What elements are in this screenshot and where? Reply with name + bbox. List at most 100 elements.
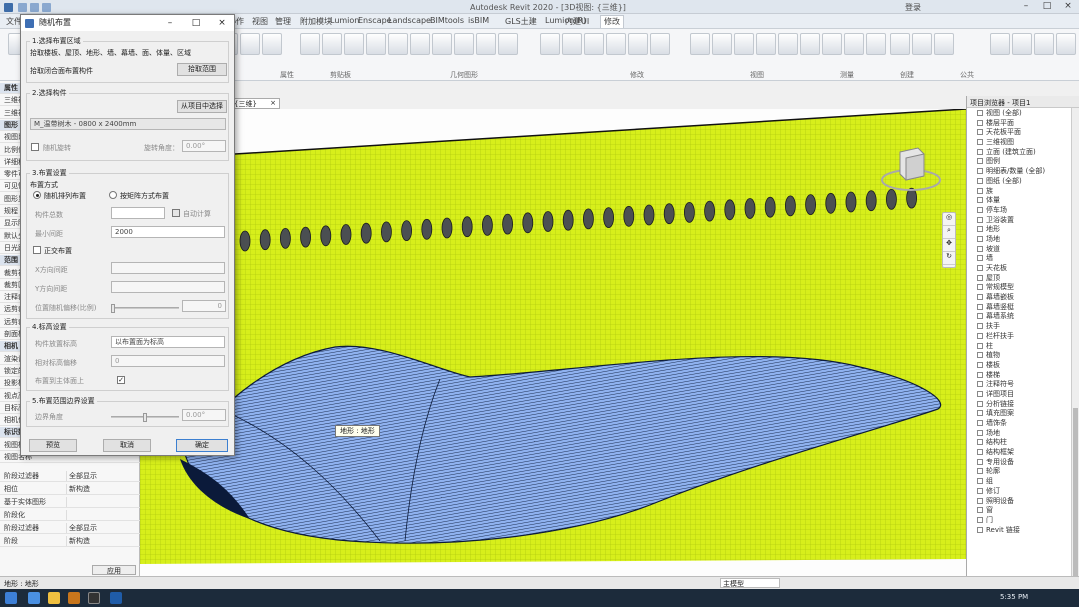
tree-instance[interactable]	[704, 200, 715, 222]
property-detail-row[interactable]: 阶段过滤器 全部显示	[0, 471, 140, 482]
expand-icon[interactable]	[977, 303, 983, 310]
expand-icon[interactable]	[977, 313, 983, 320]
browser-item[interactable]: 幕墙竖梃	[977, 303, 1079, 313]
sign-in-link[interactable]: 登录	[905, 2, 921, 13]
ribbon-tool-button[interactable]	[1056, 33, 1076, 55]
undo-icon[interactable]	[42, 3, 51, 12]
browser-item[interactable]: 体量	[977, 196, 1079, 206]
minimize-button[interactable]: –	[1016, 1, 1036, 13]
save-icon[interactable]	[30, 3, 39, 12]
browser-item[interactable]: 停车场	[977, 206, 1079, 216]
browser-item[interactable]: 幕墙嵌板	[977, 293, 1079, 303]
browser-item[interactable]: 卫浴装置	[977, 216, 1079, 226]
ribbon-tab[interactable]: GLS土建	[505, 16, 537, 27]
expand-icon[interactable]	[977, 255, 983, 262]
tree-instance[interactable]	[441, 217, 453, 239]
expand-icon[interactable]	[977, 516, 983, 523]
ribbon-tab[interactable]: Landscape	[388, 16, 431, 25]
property-value[interactable]: 全部显示	[66, 523, 138, 533]
ribbon-tool-button[interactable]	[912, 33, 932, 55]
ribbon-tab[interactable]: 管理	[275, 16, 291, 27]
tree-instance[interactable]	[401, 220, 413, 241]
tree-instance[interactable]	[502, 213, 514, 235]
property-detail-row[interactable]: 阶段 新构造	[0, 536, 140, 547]
ribbon-tool-button[interactable]	[734, 33, 754, 55]
ribbon-tool-button[interactable]	[756, 33, 776, 55]
ribbon-tool-button[interactable]	[628, 33, 648, 55]
browser-item[interactable]: 填充图案	[977, 409, 1079, 419]
browser-item[interactable]: 照明设备	[977, 497, 1079, 507]
browser-item[interactable]: 三维视图	[977, 138, 1079, 148]
browser-item[interactable]: 注释符号	[977, 380, 1079, 390]
expand-icon[interactable]	[977, 294, 983, 301]
tree-instance[interactable]	[805, 194, 816, 215]
browser-item[interactable]: 坡道	[977, 245, 1079, 255]
random-offset-slider[interactable]	[111, 304, 179, 313]
tree-instance[interactable]	[461, 216, 473, 238]
tree-instance[interactable]	[845, 191, 857, 213]
tree-instance[interactable]	[562, 209, 574, 231]
tree-instance[interactable]	[865, 190, 877, 212]
ribbon-tab[interactable]: 附加模块	[300, 16, 332, 27]
browser-item[interactable]: 窗	[977, 506, 1079, 516]
expand-icon[interactable]	[977, 235, 983, 242]
expand-icon[interactable]	[977, 439, 983, 446]
zoom-icon[interactable]: ⌕	[943, 226, 955, 239]
browser-item[interactable]: 柱	[977, 342, 1079, 352]
expand-icon[interactable]	[977, 352, 983, 359]
expand-icon[interactable]	[977, 390, 983, 397]
ribbon-tool-button[interactable]	[300, 33, 320, 55]
ribbon-tool-button[interactable]	[388, 33, 408, 55]
ribbon-tool-button[interactable]	[498, 33, 518, 55]
expand-icon[interactable]	[977, 206, 983, 213]
family-type-field[interactable]: M_温带树木 - 0800 x 2400mm	[30, 118, 226, 130]
browser-item[interactable]: 分析链接	[977, 400, 1079, 410]
ribbon-tab[interactable]: Lumion	[330, 16, 359, 25]
ribbon-tool-button[interactable]	[262, 33, 282, 55]
tree-instance[interactable]	[542, 211, 554, 232]
browser-item[interactable]: 常规模型	[977, 283, 1079, 293]
expand-icon[interactable]	[977, 110, 983, 116]
browser-item[interactable]: 楼梯	[977, 371, 1079, 381]
expand-icon[interactable]	[977, 168, 983, 175]
ribbon-tool-button[interactable]	[934, 33, 954, 55]
expand-icon[interactable]	[977, 265, 983, 271]
browser-item[interactable]: 楼板	[977, 361, 1079, 371]
tree-instance[interactable]	[744, 198, 756, 219]
expand-icon[interactable]	[977, 284, 983, 291]
tree-instance[interactable]	[724, 199, 736, 221]
app-menu-icon[interactable]	[4, 3, 13, 12]
ribbon-tool-button[interactable]	[476, 33, 496, 55]
browser-item[interactable]: 场地	[977, 429, 1079, 439]
tree-instance[interactable]	[481, 215, 493, 236]
property-value[interactable]: 新构造	[66, 536, 138, 546]
level-field[interactable]: 以布置面为标高	[111, 336, 225, 348]
ribbon-tool-button[interactable]	[240, 33, 260, 55]
tree-instance[interactable]	[259, 229, 271, 251]
x-distance-field[interactable]	[111, 262, 225, 274]
ribbon-tab[interactable]: Enscape	[358, 16, 392, 25]
browser-item[interactable]: 图例	[977, 157, 1079, 167]
ribbon-tool-button[interactable]	[322, 33, 342, 55]
ribbon-tool-button[interactable]	[562, 33, 582, 55]
random-rotate-checkbox[interactable]	[31, 143, 39, 151]
tree-instance[interactable]	[239, 230, 251, 252]
edge-icon[interactable]	[28, 592, 40, 604]
expand-icon[interactable]	[977, 245, 983, 252]
apply-button[interactable]: 应用	[92, 565, 136, 575]
steering-wheel-icon[interactable]: ◎	[943, 213, 955, 226]
browser-item[interactable]: 墙饰条	[977, 419, 1079, 429]
browser-item[interactable]: 图纸 (全部)	[977, 177, 1079, 187]
tree-instance[interactable]	[421, 218, 433, 240]
tree-instance[interactable]	[825, 192, 837, 214]
browser-scrollbar[interactable]	[1071, 108, 1079, 607]
ribbon-tool-button[interactable]	[344, 33, 364, 55]
expand-icon[interactable]	[977, 478, 983, 485]
expand-icon[interactable]	[977, 274, 983, 281]
tree-instance[interactable]	[603, 207, 615, 228]
terminal-icon[interactable]	[88, 592, 100, 604]
tree-instance[interactable]	[522, 212, 534, 234]
maximize-button[interactable]: □	[1037, 1, 1057, 13]
browser-item[interactable]: 结构柱	[977, 438, 1079, 448]
tree-instance[interactable]	[643, 204, 655, 226]
